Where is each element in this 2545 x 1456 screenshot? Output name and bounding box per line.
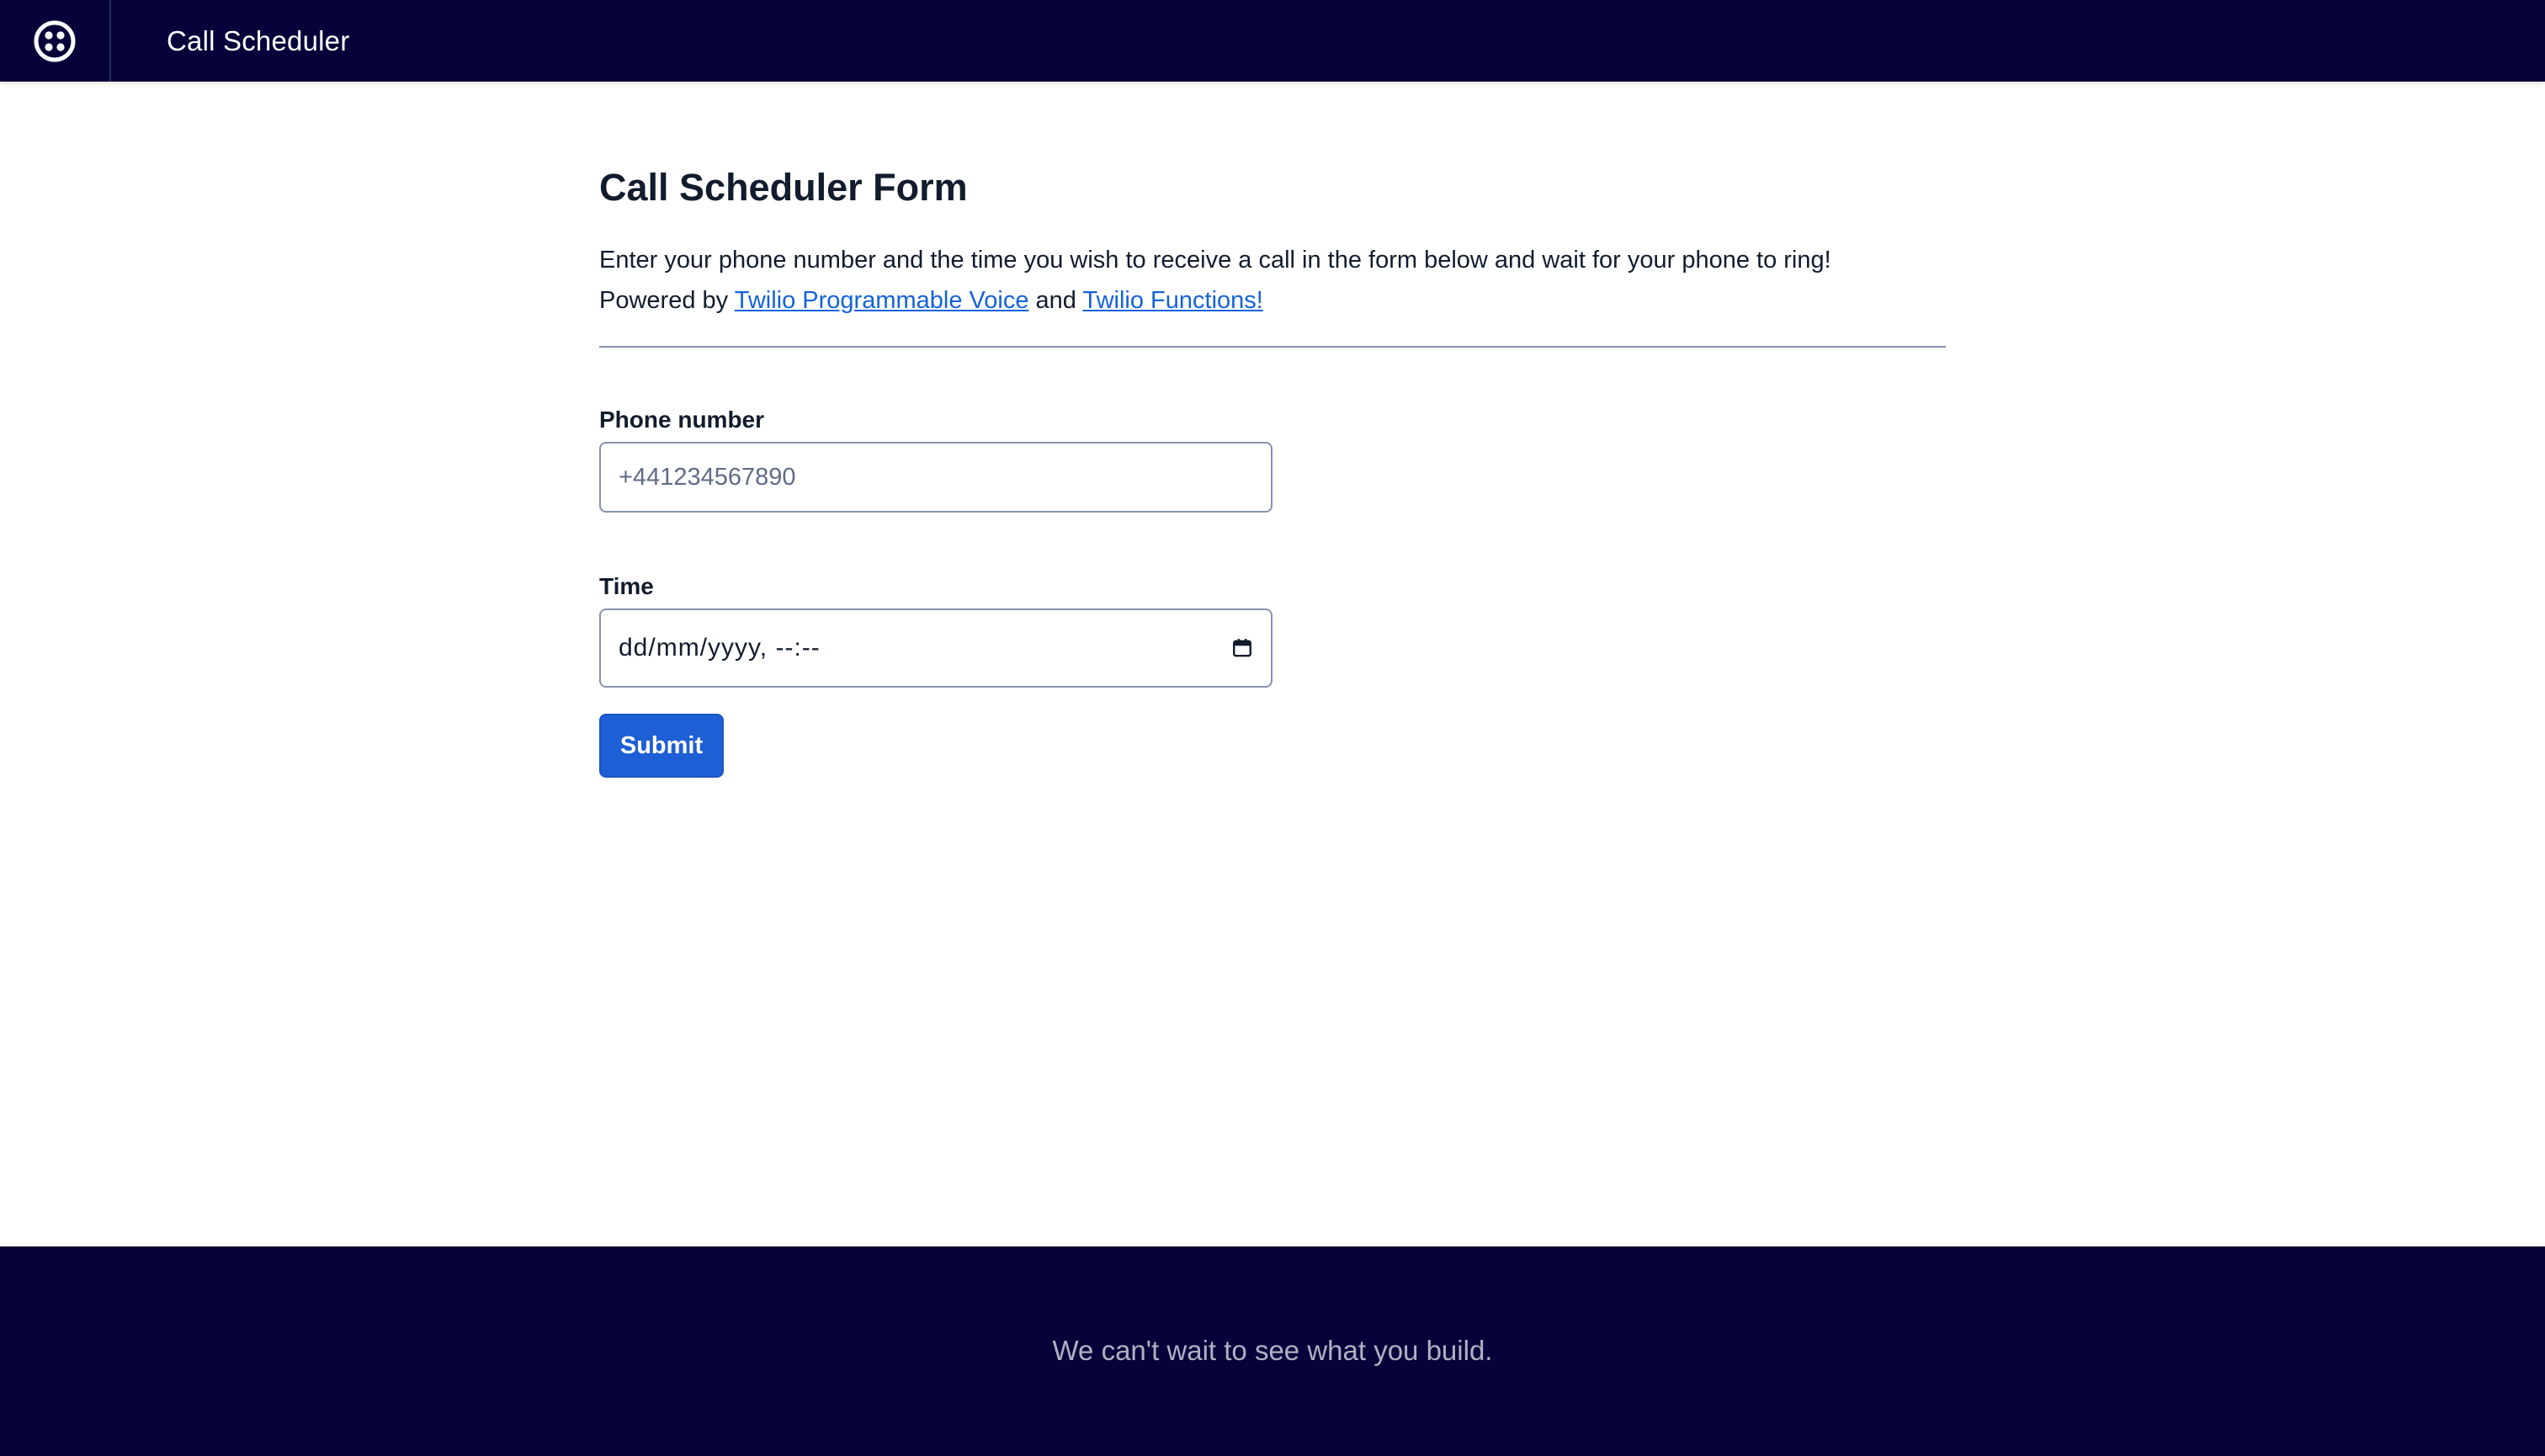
page-title: Call Scheduler Form <box>599 166 968 209</box>
time-label: Time <box>599 573 654 599</box>
description: Enter your phone number and the time you… <box>599 240 1946 321</box>
top-navigation-bar: Call Scheduler <box>0 0 2545 82</box>
footer-text: We can't wait to see what you build. <box>1052 1334 1493 1366</box>
phone-number-label: Phone number <box>599 407 765 433</box>
powered-by-text: Powered by <box>599 287 729 314</box>
time-input-value[interactable]: dd/mm/yyyy, --:-- <box>619 634 821 662</box>
twilio-logo-icon[interactable] <box>33 19 77 63</box>
call-scheduler-form: Phone number Time dd/mm/yyyy, --:-- Subm… <box>599 407 1946 778</box>
submit-button[interactable]: Submit <box>599 714 724 778</box>
twilio-functions-link[interactable]: Twilio Functions! <box>1082 287 1262 314</box>
phone-number-field[interactable] <box>599 442 1272 513</box>
logo-container[interactable] <box>0 0 111 82</box>
description-line-1: Enter your phone number and the time you… <box>599 247 1831 274</box>
main-content: Call Scheduler Form Enter your phone num… <box>599 168 1946 778</box>
twilio-voice-link[interactable]: Twilio Programmable Voice <box>735 287 1029 314</box>
app-title: Call Scheduler <box>167 24 350 56</box>
and-text: and <box>1035 287 1076 314</box>
calendar-icon[interactable] <box>1231 637 1253 659</box>
time-field[interactable]: dd/mm/yyyy, --:-- <box>599 608 1272 688</box>
phone-number-input[interactable] <box>619 463 1253 492</box>
footer: We can't wait to see what you build. <box>0 1246 2545 1456</box>
divider <box>599 346 1946 348</box>
